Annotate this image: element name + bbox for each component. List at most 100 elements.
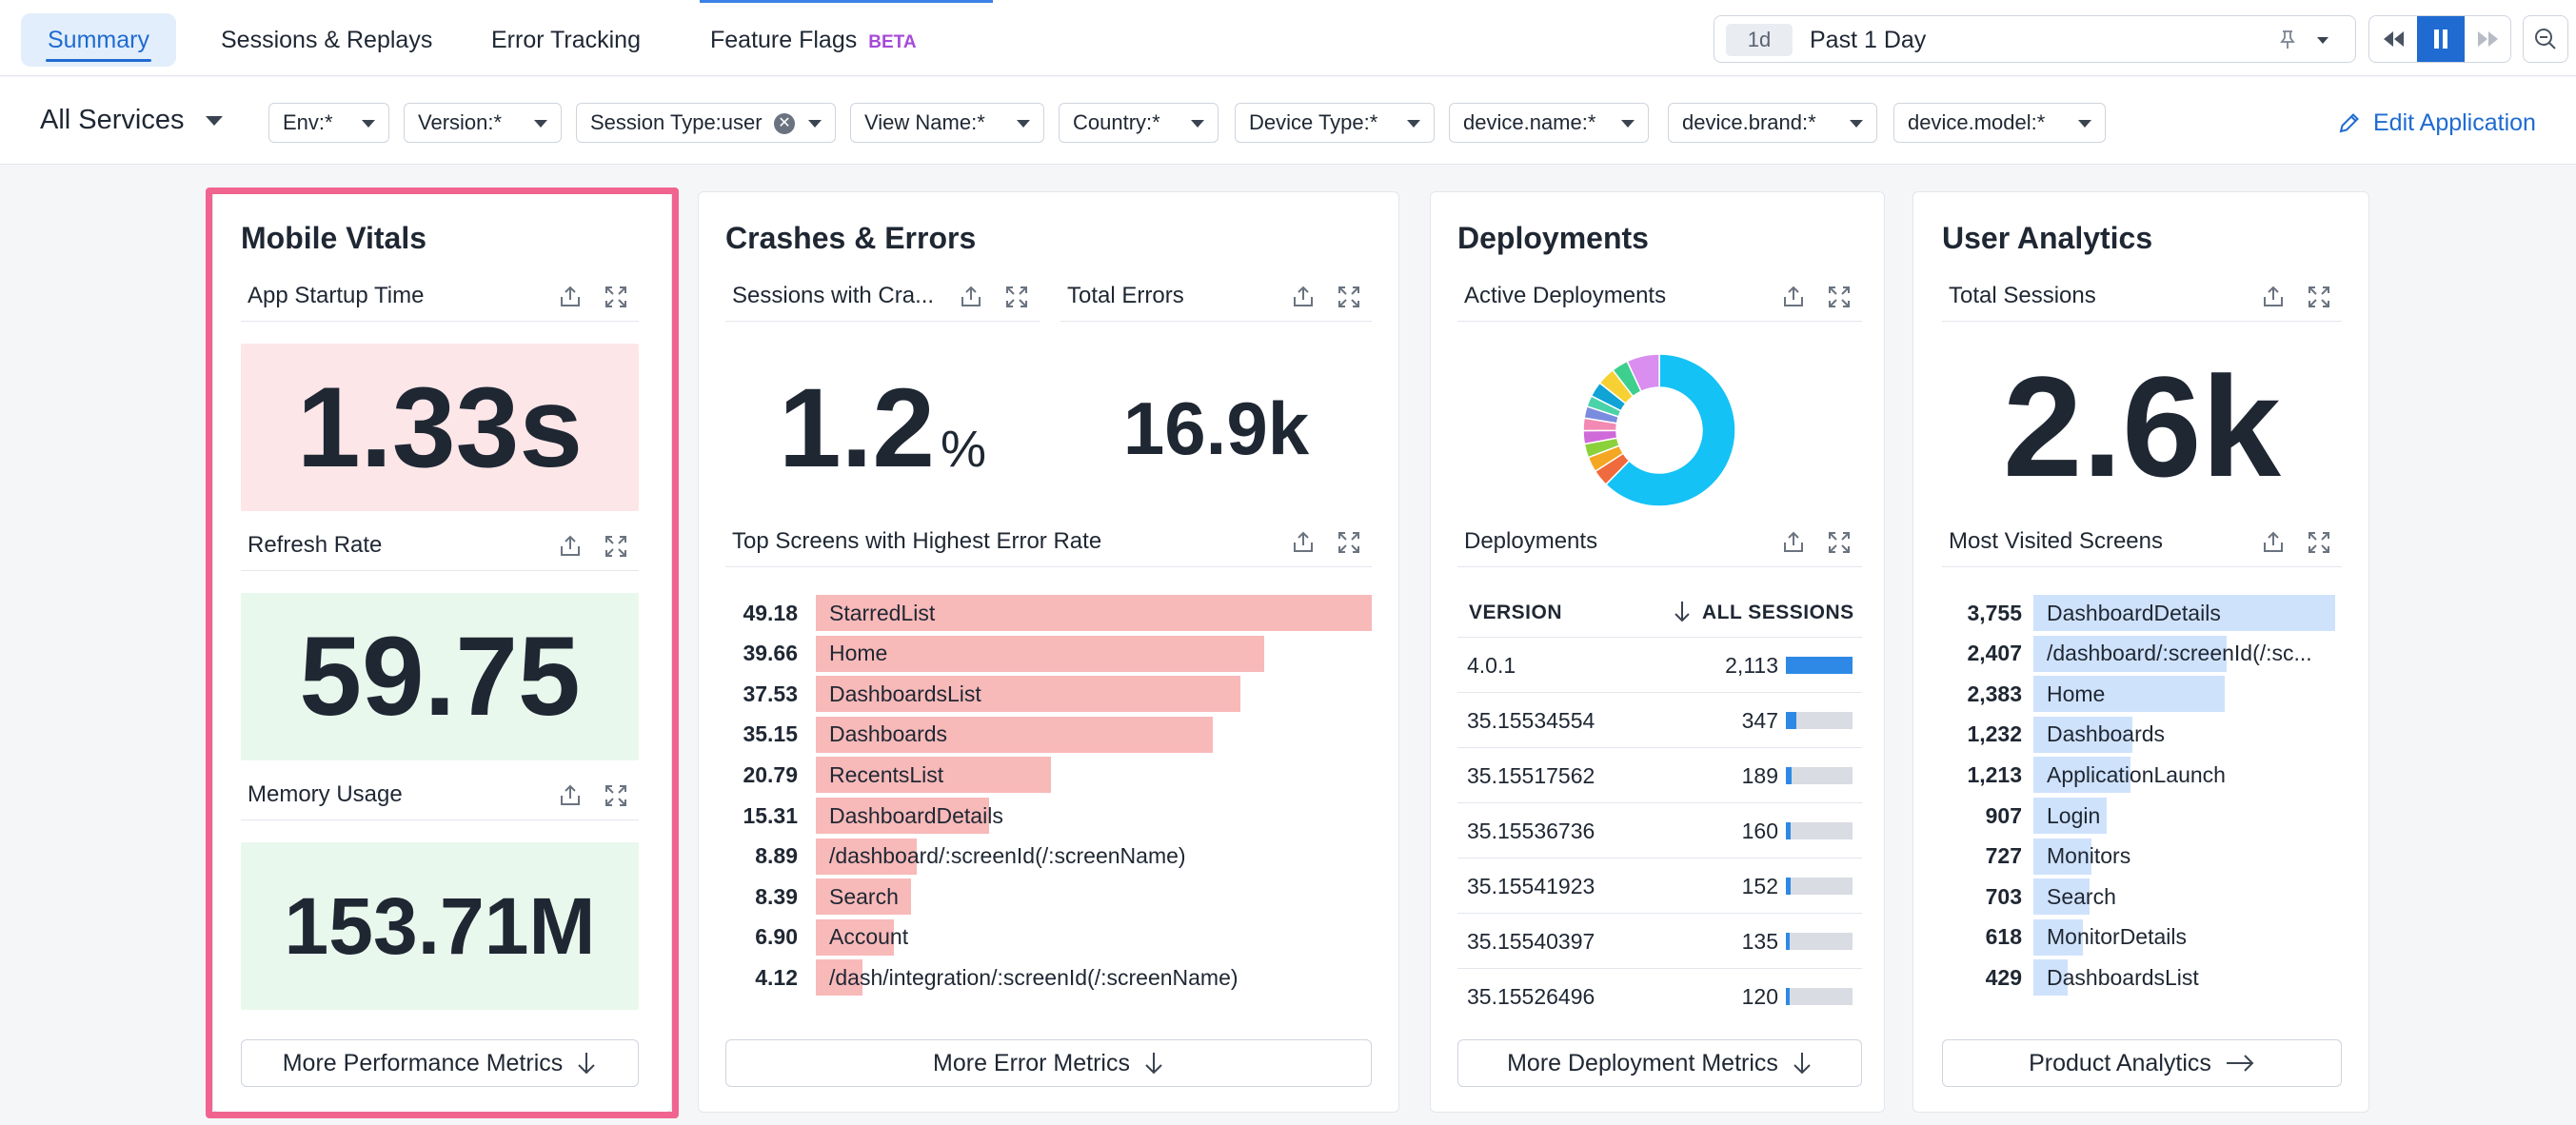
deployment-row[interactable]: 35.15541923 152 — [1457, 858, 1862, 913]
services-selector[interactable]: All Services — [40, 98, 223, 142]
clear-icon[interactable]: ✕ — [774, 113, 795, 134]
export-icon[interactable] — [1290, 284, 1317, 310]
visited-screen-row[interactable]: 1,213 ApplicationLaunch — [1942, 757, 2342, 794]
expand-icon[interactable] — [1336, 284, 1362, 310]
export-icon[interactable] — [1780, 529, 1807, 556]
deployment-row[interactable]: 4.0.1 2,113 — [1457, 637, 1862, 692]
error-rate-row[interactable]: 6.90 Account — [725, 918, 1372, 956]
rewind-button[interactable] — [2369, 16, 2417, 62]
visited-screen-row[interactable]: 727 Monitors — [1942, 838, 2342, 875]
mobile-vitals-card: Mobile Vitals App Startup Time 1.33s Ref… — [212, 191, 672, 1113]
visited-screen-row[interactable]: 907 Login — [1942, 798, 2342, 834]
visited-screen-row[interactable]: 2,383 Home — [1942, 676, 2342, 713]
deployment-version: 35.15534554 — [1467, 708, 1595, 733]
zoom-out-icon — [2535, 29, 2556, 49]
expand-icon[interactable] — [603, 782, 629, 809]
visited-screen-row[interactable]: 2,407/dashboard/:screenId(/:sc... — [1942, 635, 2342, 672]
time-selector[interactable]: 1d Past 1 Day — [1714, 15, 2356, 63]
export-icon[interactable] — [557, 284, 584, 310]
fast-forward-icon — [2478, 31, 2498, 47]
visited-screen-row[interactable]: 3,755 DashboardDetails — [1942, 595, 2342, 631]
tab-summary[interactable]: Summary — [21, 13, 176, 67]
edit-application-link[interactable]: Edit Application — [2337, 106, 2536, 140]
error-rate-value: 37.53 — [743, 681, 798, 706]
more-error-button[interactable]: More Error Metrics — [725, 1039, 1372, 1087]
visited-screen-row[interactable]: 703 Search — [1942, 878, 2342, 916]
filter-device-name[interactable]: device.name:* — [1449, 103, 1649, 143]
error-rate-row[interactable]: 37.53 DashboardsList — [725, 676, 1372, 713]
deployment-row[interactable]: 35.15526496 120 — [1457, 968, 1862, 1023]
error-screen-name: Home — [829, 641, 888, 666]
more-performance-button[interactable]: More Performance Metrics — [241, 1039, 639, 1087]
most-visited-header: Most Visited Screens — [1942, 516, 2342, 567]
expand-icon[interactable] — [603, 533, 629, 560]
mobile-vitals-title: Mobile Vitals — [241, 221, 427, 255]
zoom-out-button[interactable] — [2523, 15, 2568, 63]
expand-icon[interactable] — [603, 284, 629, 310]
chevron-down-icon[interactable] — [2312, 30, 2333, 50]
visited-screen-row[interactable]: 429 DashboardsList — [1942, 959, 2342, 997]
deployment-row[interactable]: 35.15536736 160 — [1457, 802, 1862, 858]
visited-count: 2,407 — [1967, 641, 2022, 666]
export-icon[interactable] — [2260, 284, 2287, 310]
deployment-row[interactable]: 35.15517562 189 — [1457, 747, 1862, 802]
tab-sessions-replays[interactable]: Sessions & Replays — [194, 13, 459, 67]
deployment-sessions-fill — [1786, 933, 1791, 950]
visited-screen-name: Login — [2047, 802, 2101, 828]
filter-view-name[interactable]: View Name:* — [850, 103, 1044, 143]
filter-env[interactable]: Env:* — [268, 103, 389, 143]
error-screen-name: DashboardsList — [829, 681, 981, 706]
col-version[interactable]: VERSION — [1469, 602, 1562, 624]
visited-screen-row[interactable]: 1,232 Dashboards — [1942, 716, 2342, 753]
filter-device-model[interactable]: device.model:* — [1893, 103, 2106, 143]
fast-forward-button[interactable] — [2465, 16, 2510, 62]
export-icon[interactable] — [1290, 529, 1317, 556]
error-rate-row[interactable]: 49.18 StarredList — [725, 595, 1372, 631]
deployment-version: 35.15540397 — [1467, 929, 1595, 954]
export-icon[interactable] — [557, 782, 584, 809]
visited-count: 727 — [1985, 843, 2022, 869]
pause-button[interactable] — [2417, 16, 2465, 62]
error-rate-row[interactable]: 15.31 DashboardDetails — [725, 798, 1372, 834]
error-rate-row[interactable]: 8.89/dashboard/:screenId(/:screenName) — [725, 838, 1372, 875]
refresh-value: 59.75 — [241, 593, 639, 760]
error-rate-row[interactable]: 4.12/dash/integration/:screenId(/:screen… — [725, 959, 1372, 997]
export-icon[interactable] — [557, 533, 584, 560]
export-icon[interactable] — [958, 284, 984, 310]
expand-icon[interactable] — [2306, 284, 2332, 310]
deployment-row[interactable]: 35.15540397 135 — [1457, 913, 1862, 968]
visited-screen-row[interactable]: 618 MonitorDetails — [1942, 918, 2342, 956]
error-screen-name: Account — [829, 924, 909, 950]
export-icon[interactable] — [2260, 529, 2287, 556]
expand-icon[interactable] — [1003, 284, 1030, 310]
tab-error-tracking[interactable]: Error Tracking — [465, 13, 667, 67]
deployment-sessions-bar — [1786, 712, 1853, 729]
filter-version[interactable]: Version:* — [404, 103, 562, 143]
error-rate-row[interactable]: 35.15 Dashboards — [725, 716, 1372, 753]
export-icon[interactable] — [1780, 284, 1807, 310]
error-rate-row[interactable]: 39.66 Home — [725, 635, 1372, 672]
error-rate-row[interactable]: 8.39 Search — [725, 878, 1372, 916]
error-rate-row[interactable]: 20.79 RecentsList — [725, 757, 1372, 794]
tab-feature-flags[interactable]: Feature Flags BETA — [684, 13, 943, 67]
expand-icon[interactable] — [1336, 529, 1362, 556]
more-deployment-button[interactable]: More Deployment Metrics — [1457, 1039, 1862, 1087]
col-all-sessions[interactable]: ALL SESSIONS — [1702, 602, 1854, 624]
most-visited-label: Most Visited Screens — [1949, 528, 2163, 554]
pin-icon[interactable] — [2276, 29, 2299, 51]
filter-session-type[interactable]: Session Type:user ✕ — [576, 103, 836, 143]
crash-rate-unit: % — [941, 421, 987, 478]
filter-device-type[interactable]: Device Type:* — [1235, 103, 1435, 143]
expand-icon[interactable] — [1826, 529, 1853, 556]
expand-icon[interactable] — [1826, 284, 1853, 310]
filter-device-brand[interactable]: device.brand:* — [1668, 103, 1877, 143]
filter-country[interactable]: Country:* — [1059, 103, 1219, 143]
filter-session-type-label: Session Type:user — [590, 110, 763, 134]
product-analytics-button[interactable]: Product Analytics — [1942, 1039, 2342, 1087]
error-screen-name: Dashboards — [829, 721, 948, 747]
crash-rate-number: 1.2 — [778, 365, 936, 491]
sort-desc-icon[interactable] — [1672, 600, 1693, 624]
deployment-row[interactable]: 35.15534554 347 — [1457, 692, 1862, 747]
expand-icon[interactable] — [2306, 529, 2332, 556]
user-analytics-title: User Analytics — [1942, 221, 2153, 255]
